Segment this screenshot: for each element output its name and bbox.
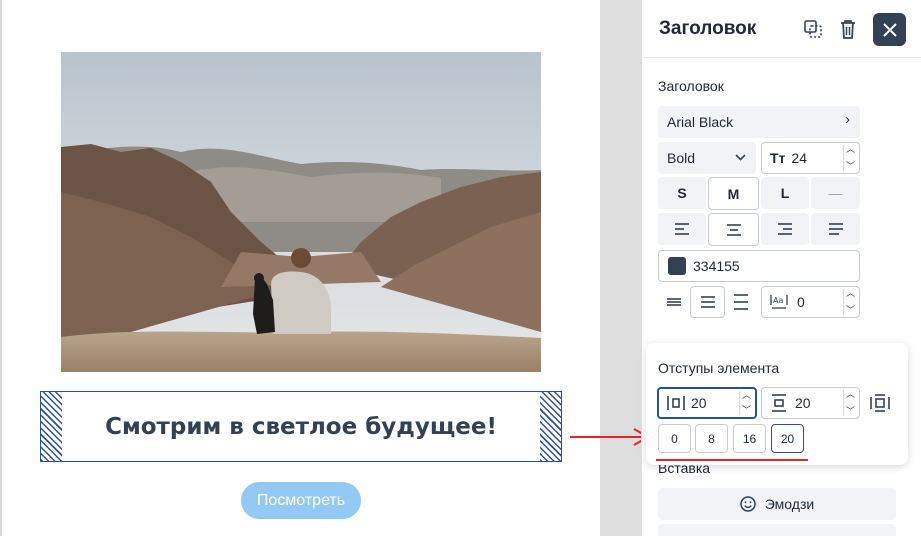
- font-size-value: 24: [791, 150, 807, 166]
- letter-spacing-value: 0: [797, 294, 805, 310]
- vertical-padding-value: 20: [795, 395, 811, 411]
- smile-icon: [740, 496, 756, 512]
- horizontal-padding-input[interactable]: 20 ︿ ﹀: [657, 387, 757, 419]
- horizontal-padding-icon: [667, 396, 685, 410]
- font-size-stepper[interactable]: ︿ ﹀: [843, 145, 857, 171]
- padding-hatch-left: [41, 392, 62, 461]
- panel-header: Заголовок: [642, 0, 921, 58]
- align-center-button[interactable]: [708, 213, 759, 246]
- line-height-small-button[interactable]: [658, 286, 690, 318]
- padding-preset-label: 8: [708, 431, 715, 446]
- panel-title: Заголовок: [659, 18, 757, 39]
- font-family-value: Arial Black: [667, 114, 734, 130]
- line-height-large-button[interactable]: [726, 286, 756, 318]
- size-option-m[interactable]: M: [708, 177, 759, 210]
- padding-all-sides-icon: [870, 394, 890, 412]
- size-option-none[interactable]: —: [811, 177, 860, 209]
- align-left-icon: [675, 223, 689, 235]
- line-height-large-icon: [734, 294, 748, 310]
- font-size-input[interactable]: Tт 24 ︿ ﹀: [761, 142, 860, 174]
- size-option-label: S: [677, 185, 687, 201]
- line-height-small-icon: [667, 298, 681, 306]
- link-padding-button[interactable]: [866, 389, 894, 417]
- align-right-icon: [778, 223, 792, 235]
- align-center-icon: [726, 223, 741, 236]
- size-option-s[interactable]: S: [658, 177, 706, 209]
- padding-preset-0[interactable]: 0: [658, 424, 691, 453]
- text-size-icon: Tт: [770, 150, 786, 166]
- padding-preset-label: 0: [671, 431, 678, 446]
- trash-icon[interactable]: [835, 15, 861, 43]
- selected-heading-block[interactable]: Смотрим в светлое будущее!: [40, 391, 562, 462]
- font-family-select[interactable]: Arial Black ›: [658, 106, 860, 138]
- vertical-padding-icon: [772, 394, 786, 412]
- heading-section-label: Заголовок: [658, 78, 724, 94]
- align-left-button[interactable]: [658, 213, 706, 245]
- padding-preset-label: 20: [780, 431, 795, 446]
- size-option-label: —: [828, 185, 843, 201]
- size-option-label: L: [780, 185, 790, 201]
- horizontal-padding-value: 20: [691, 395, 707, 411]
- insert-variable-button[interactable]: [658, 524, 896, 536]
- color-input[interactable]: 334155: [658, 250, 860, 282]
- size-option-l[interactable]: L: [761, 177, 809, 209]
- close-icon: [882, 22, 897, 37]
- chevron-down-icon: [735, 154, 746, 161]
- duplicate-icon[interactable]: [800, 15, 826, 43]
- color-swatch[interactable]: [668, 257, 686, 275]
- padding-preset-8[interactable]: 8: [695, 424, 728, 453]
- horizontal-padding-stepper[interactable]: ︿ ﹀: [739, 391, 753, 415]
- red-underline-annotation: [656, 459, 808, 461]
- line-height-medium-icon: [700, 296, 715, 308]
- letter-spacing-input[interactable]: Aa 0 ︿ ﹀: [761, 286, 860, 318]
- align-justify-icon: [828, 223, 843, 235]
- padding-preset-20[interactable]: 20: [771, 424, 804, 453]
- size-option-label: M: [727, 185, 740, 202]
- letter-spacing-icon: Aa: [770, 295, 788, 309]
- padding-popup-label: Отступы элемента: [658, 360, 780, 376]
- close-button[interactable]: [873, 13, 906, 46]
- hero-image[interactable]: [61, 52, 541, 372]
- red-arrow-annotation: [570, 428, 651, 446]
- padding-preset-label: 16: [742, 431, 757, 446]
- color-hex-value: 334155: [693, 258, 740, 274]
- letter-spacing-stepper[interactable]: ︿ ﹀: [843, 289, 857, 315]
- font-weight-select[interactable]: Bold: [658, 142, 756, 174]
- padding-hatch-right: [540, 392, 561, 461]
- line-height-medium-button[interactable]: [690, 286, 725, 318]
- chevron-right-icon: ›: [845, 111, 850, 128]
- heading-text[interactable]: Смотрим в светлое будущее!: [62, 392, 540, 461]
- view-button[interactable]: Посмотреть: [241, 482, 361, 519]
- font-weight-value: Bold: [667, 150, 696, 166]
- vertical-padding-input[interactable]: 20 ︿ ﹀: [761, 387, 860, 419]
- align-justify-button[interactable]: [811, 213, 860, 245]
- workspace-gutter: [600, 0, 641, 536]
- vertical-padding-stepper[interactable]: ︿ ﹀: [843, 390, 857, 416]
- emoji-button[interactable]: Эмодзи: [658, 488, 896, 520]
- emoji-button-label: Эмодзи: [764, 496, 815, 512]
- padding-preset-16[interactable]: 16: [733, 424, 766, 453]
- svg-text:Aa: Aa: [773, 296, 783, 305]
- align-right-button[interactable]: [761, 213, 809, 245]
